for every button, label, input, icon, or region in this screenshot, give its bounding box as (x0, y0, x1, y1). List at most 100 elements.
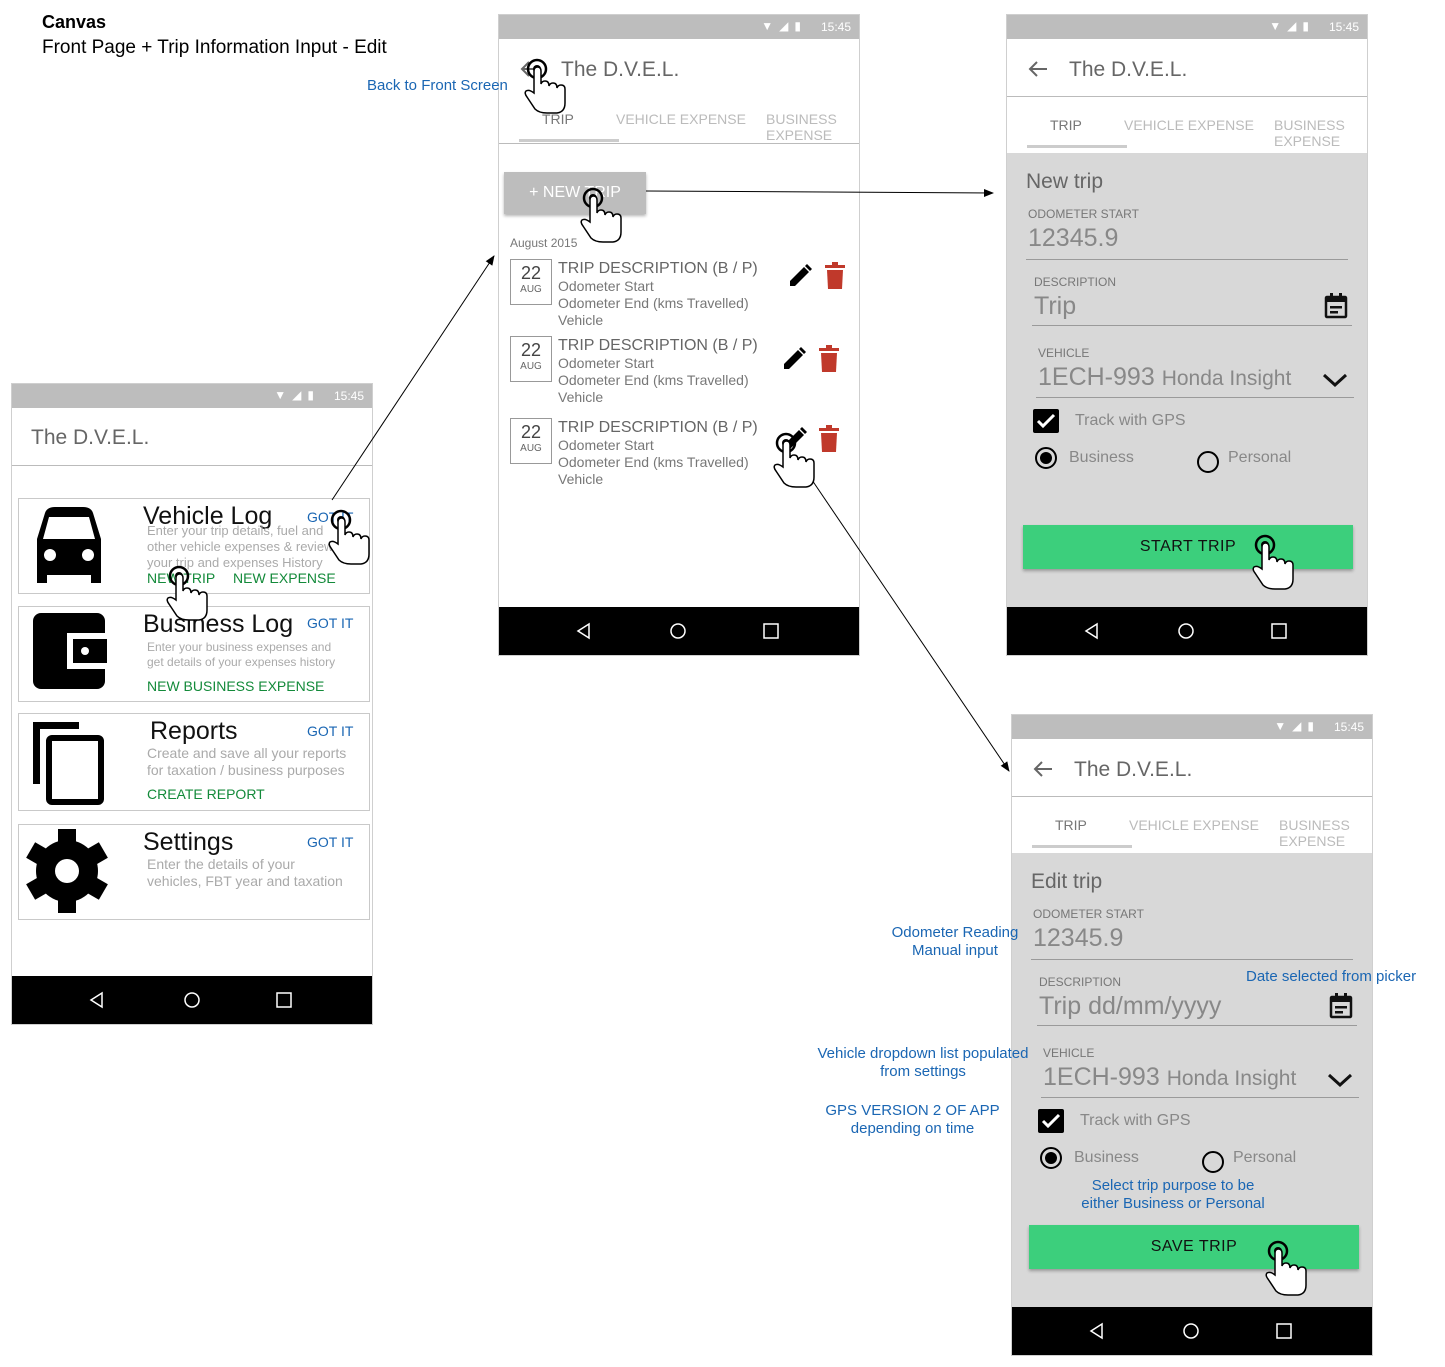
app-title: The D.V.E.L. (31, 426, 150, 449)
back-nav-icon[interactable] (1087, 1321, 1107, 1341)
gps-label: Track with GPS (1075, 412, 1186, 429)
description-field[interactable]: Trip dd/mm/yyyy (1039, 992, 1221, 1021)
edit-icon[interactable] (787, 263, 813, 289)
vehicle-log-desc-2: other vehicle expenses & review (147, 539, 334, 554)
radio-dot (1045, 1152, 1057, 1164)
vehicle-label: VEHICLE (1043, 1046, 1095, 1060)
recents-nav-icon[interactable] (1269, 621, 1289, 641)
odometer-underline (1026, 259, 1348, 260)
trip-vehicle: Vehicle (558, 471, 604, 487)
business-radio-label: Business (1074, 1149, 1139, 1166)
trip-date: 22 AUG (510, 336, 552, 382)
tab-vehicle-expense[interactable]: VEHICLE EXPENSE (1124, 117, 1254, 133)
tab-trip[interactable]: TRIP (1050, 117, 1082, 133)
odometer-label: ODOMETER START (1033, 907, 1144, 921)
vehicle-name: Honda Insight (1166, 1067, 1297, 1090)
wallet-icon (33, 613, 107, 689)
gps-note-line-1: GPS VERSION 2 OF APP (825, 1102, 1000, 1119)
recents-nav-icon[interactable] (274, 990, 294, 1010)
settings-card[interactable]: Settings GOT IT Enter the details of you… (18, 824, 370, 920)
home-nav-icon[interactable] (1181, 1321, 1201, 1341)
vehicle-plate: 1ECH-993 (1043, 1063, 1160, 1091)
status-time: 15:45 (1328, 20, 1359, 34)
copy-icon (33, 722, 104, 805)
gps-checkbox[interactable] (1033, 409, 1059, 433)
description-label: DESCRIPTION (1034, 275, 1117, 289)
app-title: The D.V.E.L. (561, 58, 680, 81)
odometer-field[interactable]: 12345.9 (1033, 924, 1123, 953)
start-trip-button[interactable]: START TRIP (1023, 525, 1353, 569)
reports-got-it[interactable]: GOT IT (307, 723, 353, 739)
back-to-front-note: Back to Front Screen (367, 77, 508, 94)
business-radio[interactable] (1040, 1147, 1062, 1169)
chevron-down-icon[interactable] (1322, 372, 1348, 388)
nav-bar (499, 607, 859, 655)
trip-title: TRIP DESCRIPTION (B / P) (558, 419, 758, 436)
tap-hand-icon (1265, 1240, 1307, 1296)
trip-date: 22 AUG (510, 259, 552, 305)
back-nav-icon[interactable] (1082, 621, 1102, 641)
reports-desc-2: for taxation / business purposes (147, 762, 345, 778)
tap-hand-icon (166, 565, 208, 621)
reports-title: Reports (150, 717, 238, 745)
nav-bar (1012, 1307, 1372, 1355)
settings-got-it[interactable]: GOT IT (307, 834, 353, 850)
back-nav-icon[interactable] (574, 621, 594, 641)
back-arrow-icon[interactable] (1032, 759, 1054, 779)
status-time: 15:45 (820, 20, 851, 34)
vehicle-log-desc-1: Enter your trip details, fuel and (147, 523, 324, 538)
business-log-desc-1: Enter your business expenses and (147, 640, 332, 654)
vehicle-note-line-2: from settings (880, 1063, 966, 1080)
tab-indicator (1027, 145, 1127, 148)
tab-business-expense[interactable]: BUSINESS EXPENSE (1274, 117, 1367, 149)
tab-vehicle-expense[interactable]: VEHICLE EXPENSE (1129, 817, 1259, 833)
nav-bar (1007, 607, 1367, 655)
home-nav-icon[interactable] (668, 621, 688, 641)
description-field[interactable]: Trip (1034, 292, 1076, 321)
odometer-note-line-1: Odometer Reading (891, 924, 1019, 941)
vehicle-name: Honda Insight (1161, 367, 1292, 390)
odometer-field[interactable]: 12345.9 (1028, 224, 1118, 253)
delete-icon[interactable] (818, 345, 840, 373)
tab-business-expense[interactable]: BUSINESS EXPENSE (1279, 817, 1372, 849)
vehicle-dropdown[interactable]: 1ECH-993 Honda Insight (1038, 363, 1291, 392)
form-panel: Edit trip ODOMETER START 12345.9 DESCRIP… (1012, 853, 1372, 1307)
appbar-divider (12, 465, 372, 466)
tab-business-expense[interactable]: BUSINESS EXPENSE (766, 111, 859, 143)
back-nav-icon[interactable] (87, 990, 107, 1010)
recents-nav-icon[interactable] (1274, 1321, 1294, 1341)
personal-radio-label: Personal (1228, 449, 1292, 466)
reports-card[interactable]: Reports GOT IT Create and save all your … (18, 713, 370, 811)
odometer-underline (1031, 959, 1353, 960)
tab-trip[interactable]: TRIP (1055, 817, 1087, 833)
home-nav-icon[interactable] (182, 990, 202, 1010)
status-bar: ▼◢▮ 15:45 (499, 15, 859, 39)
nav-bar (12, 976, 372, 1024)
create-report-link[interactable]: CREATE REPORT (147, 786, 265, 802)
reports-desc-1: Create and save all your reports (147, 745, 347, 761)
recents-nav-icon[interactable] (761, 621, 781, 641)
calendar-icon[interactable] (1329, 993, 1353, 1019)
edit-icon[interactable] (781, 346, 807, 372)
delete-icon[interactable] (824, 262, 846, 290)
calendar-icon[interactable] (1324, 293, 1348, 319)
tab-vehicle-expense[interactable]: VEHICLE EXPENSE (616, 111, 746, 127)
gps-checkbox[interactable] (1038, 1109, 1064, 1133)
personal-radio[interactable] (1197, 451, 1219, 473)
vehicle-dropdown[interactable]: 1ECH-993 Honda Insight (1043, 1063, 1296, 1092)
status-time: 15:45 (1333, 720, 1364, 734)
home-nav-icon[interactable] (1176, 621, 1196, 641)
vehicle-underline (1036, 397, 1354, 398)
new-expense-link[interactable]: NEW EXPENSE (233, 570, 336, 586)
delete-icon[interactable] (818, 425, 840, 453)
trip-odometer-start: Odometer Start (558, 437, 654, 453)
odometer-note-line-2: Manual input (912, 942, 998, 959)
chevron-down-icon[interactable] (1327, 1072, 1353, 1088)
vehicle-note-line-1: Vehicle dropdown list populated (817, 1045, 1029, 1062)
business-log-got-it[interactable]: GOT IT (307, 615, 353, 631)
business-radio[interactable] (1035, 447, 1057, 469)
month-header: August 2015 (510, 236, 578, 250)
new-business-expense-link[interactable]: NEW BUSINESS EXPENSE (147, 678, 324, 694)
back-arrow-icon[interactable] (1027, 59, 1049, 79)
personal-radio[interactable] (1202, 1151, 1224, 1173)
